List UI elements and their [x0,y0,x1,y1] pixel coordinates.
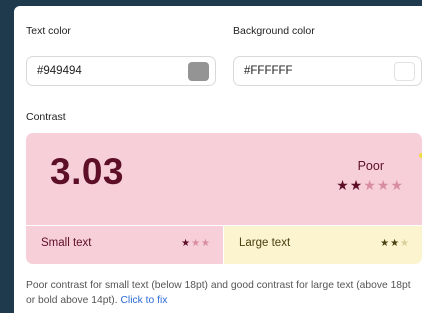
background-color-input[interactable]: #FFFFFF [233,56,422,86]
large-text-label: Large text [239,237,291,249]
contrast-star-empty-icon: ★ [390,177,404,193]
contrast-star-empty-icon: ★ [363,177,377,193]
text-color-swatch[interactable] [188,62,209,81]
background-color-label: Background color [233,25,315,37]
background-color-swatch[interactable] [394,62,415,81]
large-text-star-filled-icon: ★ [380,238,391,249]
small-text-star-empty-icon: ★ [201,238,211,249]
large-text-star-filled-icon: ★ [390,238,401,249]
text-color-input[interactable]: #949494 [26,56,216,86]
contrast-ratio-value: 3.03 [50,151,125,192]
large-text-star-empty-icon: ★ [400,238,410,249]
large-text-rating-box: Large text ★★★ [224,226,422,264]
text-color-label: Text color [26,25,71,37]
contrast-description-text: Poor contrast for small text (below 18pt… [26,280,411,306]
contrast-star-filled-icon: ★ [349,177,364,193]
contrast-checker-panel: Text color #949494 Background color #FFF… [14,6,422,313]
contrast-description: Poor contrast for small text (below 18pt… [26,279,422,308]
small-text-star-filled-icon: ★ [181,238,192,249]
contrast-star-filled-icon: ★ [336,177,350,193]
contrast-star-empty-icon: ★ [376,177,391,193]
small-text-rating-box: Small text ★★★ [26,226,223,264]
large-text-stars: ★★★ [380,238,410,249]
small-text-star-empty-icon: ★ [191,238,202,249]
click-to-fix-link[interactable]: Click to fix [120,295,167,306]
contrast-rating-label: Poor [357,159,384,173]
contrast-rating-stars: ★★★★★ [336,177,404,194]
small-text-label: Small text [41,237,92,249]
contrast-label: Contrast [26,111,66,123]
contrast-ratio-box: 3.03 Poor ★★★★★ [26,133,422,225]
background-color-value: #FFFFFF [244,65,293,77]
small-text-stars: ★★★ [181,238,211,249]
text-color-value: #949494 [37,65,82,77]
